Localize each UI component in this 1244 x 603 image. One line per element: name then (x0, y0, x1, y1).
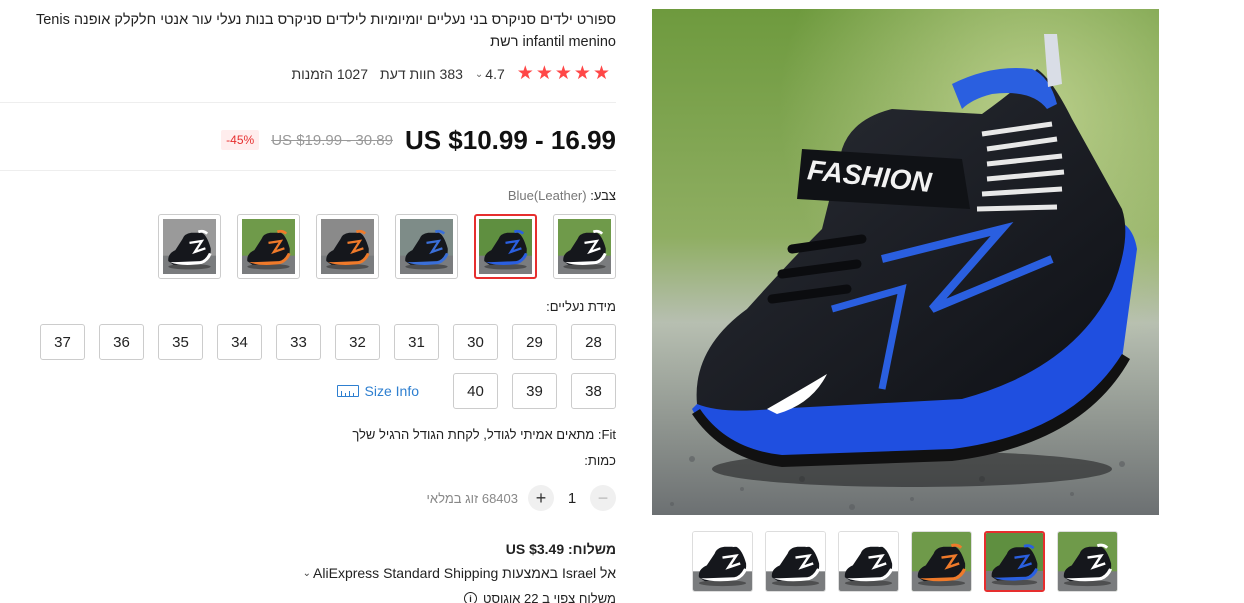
delivery-estimate: משלוח צפוי ב 22 אוגוסט i (463, 591, 616, 603)
size-info-link[interactable]: Size Info (336, 373, 419, 409)
size-info-label: Size Info (364, 383, 419, 399)
color-label-text: צבע: (590, 188, 616, 203)
color-swatches (158, 214, 616, 279)
info-icon[interactable]: i (463, 592, 477, 603)
stock-available: 68403 זוג במלאי (426, 490, 518, 506)
rating-dropdown[interactable]: 4.7 ⌄ (475, 66, 505, 82)
size-option-34[interactable]: 34 (217, 324, 262, 360)
color-swatch-blue-black[interactable] (474, 214, 537, 279)
size-option-33[interactable]: 33 (276, 324, 321, 360)
star-icon: ★ (554, 63, 572, 84)
selected-color-name: Blue(Leather) (507, 188, 587, 203)
ruler-icon (336, 385, 359, 397)
divider (0, 102, 616, 103)
size-option-38[interactable]: 38 (571, 373, 616, 409)
size-option-31[interactable]: 31 (394, 324, 439, 360)
size-label: מידת נעליים: (546, 299, 616, 314)
thumbnail-orange-view[interactable] (911, 531, 972, 592)
thumbnail-white-view[interactable] (1057, 531, 1118, 592)
fit-note: Fit: מתאים אמיתי לגודל, לקחת הגודל הרגיל… (352, 427, 616, 442)
star-icon: ★ (592, 63, 610, 84)
star-icon: ★ (573, 63, 591, 84)
divider (0, 170, 616, 171)
shipping-method-dropdown[interactable]: אל Israel באמצעות AliExpress Standard Sh… (303, 565, 616, 581)
star-icon: ★ (535, 63, 553, 84)
quantity-decrease-button[interactable]: − (590, 485, 616, 511)
shipping-method-text: אל Israel באמצעות AliExpress Standard Sh… (313, 565, 616, 581)
star-rating[interactable]: ★ ★ ★ ★ ★ (517, 64, 610, 84)
thumbnail-blue-view[interactable] (984, 531, 1045, 592)
size-row-2: 38 39 40 Size Info (0, 373, 616, 409)
chevron-down-icon: ⌄ (474, 68, 484, 80)
original-price: US $19.99 - 30.89 (271, 131, 393, 149)
size-option-40[interactable]: 40 (453, 373, 498, 409)
color-swatch-white-black[interactable] (553, 214, 616, 279)
product-info-panel: ספורט ילדים סניקרס בני נעליים יומיומיות … (0, 0, 618, 603)
thumbnail-side-view[interactable] (765, 531, 826, 592)
discount-badge: -45% (221, 130, 260, 150)
color-label: צבע: Blue(Leather) (508, 188, 616, 203)
rating-row: ★ ★ ★ ★ ★ 4.7 ⌄ 383 חוות דעת 1027 הזמנות (291, 64, 610, 84)
quantity-value[interactable]: 1 (564, 490, 580, 507)
color-swatch-white-dark[interactable] (158, 214, 221, 279)
quantity-label: כמות: (584, 453, 616, 468)
thumbnail-strip (692, 531, 1120, 593)
delivery-text: משלוח צפוי ב 22 אוגוסט (482, 591, 616, 603)
thumbnail-pair-view[interactable] (838, 531, 899, 592)
quantity-stepper: − 1 + 68403 זוג במלאי (427, 484, 616, 512)
size-option-29[interactable]: 29 (512, 324, 557, 360)
chevron-down-icon: ⌄ (302, 567, 312, 579)
price-row: US $10.99 - 16.99 US $19.99 - 30.89 -45% (221, 122, 616, 158)
size-option-30[interactable]: 30 (453, 324, 498, 360)
product-title: ספורט ילדים סניקרס בני נעליים יומיומיות … (35, 12, 616, 50)
size-option-39[interactable]: 39 (512, 373, 557, 409)
shipping-price: משלוח: US $3.49 (505, 541, 616, 557)
thumbnail-sole-view[interactable] (692, 531, 753, 592)
star-icon: ★ (516, 63, 534, 84)
orders-count: 1027 הזמנות (291, 66, 369, 82)
color-swatch-blue-dark[interactable] (395, 214, 458, 279)
size-option-37[interactable]: 37 (40, 324, 85, 360)
size-option-28[interactable]: 28 (571, 324, 616, 360)
color-swatch-orange-dark[interactable] (316, 214, 379, 279)
size-option-32[interactable]: 32 (335, 324, 380, 360)
size-option-36[interactable]: 36 (99, 324, 144, 360)
current-price: US $10.99 - 16.99 (404, 124, 616, 155)
size-row-1: 28 29 30 31 32 33 34 35 36 37 (0, 324, 616, 360)
color-swatch-orange-black[interactable] (237, 214, 300, 279)
reviews-count[interactable]: 383 חוות דעת (380, 66, 463, 82)
quantity-increase-button[interactable]: + (528, 485, 554, 511)
main-product-image[interactable]: FASHION (652, 9, 1159, 515)
size-option-35[interactable]: 35 (158, 324, 203, 360)
rating-value: 4.7 (485, 66, 505, 82)
